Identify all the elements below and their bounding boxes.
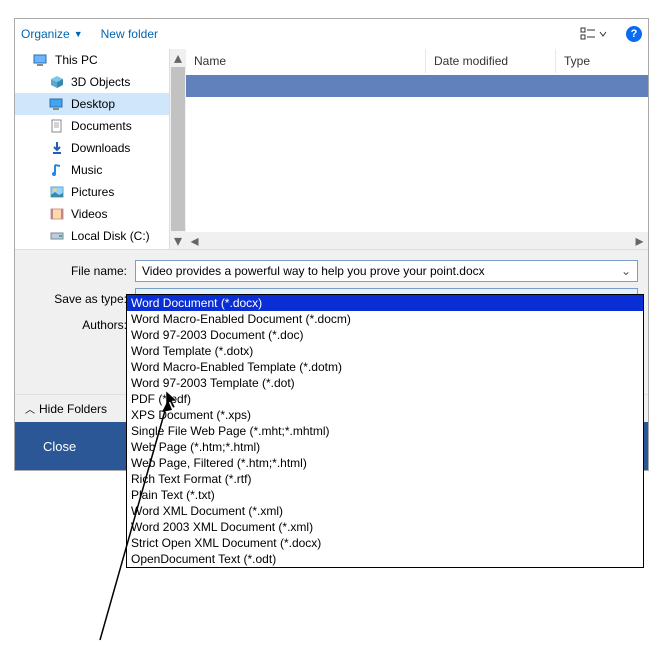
dropdown-item[interactable]: Strict Open XML Document (*.docx) — [127, 535, 643, 551]
dropdown-item[interactable]: Word Macro-Enabled Template (*.dotm) — [127, 359, 643, 375]
nav-label: Music — [71, 163, 102, 177]
dropdown-item[interactable]: Word XML Document (*.xml) — [127, 503, 643, 519]
dropdown-item[interactable]: Plain Text (*.txt) — [127, 487, 643, 503]
file-list-area: Name Date modified Type ◂ ▸ — [186, 49, 648, 249]
scroll-down-icon[interactable]: ▾ — [170, 232, 186, 249]
dropdown-item[interactable]: Rich Text Format (*.rtf) — [127, 471, 643, 487]
nav-music[interactable]: Music — [15, 159, 169, 181]
col-date[interactable]: Date modified — [426, 49, 556, 73]
col-name[interactable]: Name — [186, 49, 426, 73]
col-type-label: Type — [564, 54, 590, 68]
nav-desktop[interactable]: Desktop — [15, 93, 169, 115]
hide-folders-button[interactable]: ︿ Hide Folders — [25, 401, 107, 416]
view-options-button[interactable] — [576, 24, 614, 44]
nav-local-disk[interactable]: Local Disk (C:) — [15, 225, 169, 247]
nav-label: Pictures — [71, 185, 114, 199]
close-button[interactable]: Close — [15, 439, 104, 454]
help-icon[interactable]: ? — [626, 26, 642, 42]
saveas-label: Save as type: — [25, 292, 135, 306]
nav-label: Desktop — [71, 97, 115, 111]
chevron-up-icon: ︿ — [25, 401, 35, 416]
scroll-up-icon[interactable]: ▴ — [170, 49, 186, 66]
caret-down-icon: ▼ — [74, 29, 83, 39]
organize-menu[interactable]: Organize ▼ — [21, 27, 83, 41]
dropdown-item[interactable]: XPS Document (*.xps) — [127, 407, 643, 423]
dropdown-item[interactable]: Word Document (*.docx) — [127, 295, 643, 311]
nav-label: Local Disk (C:) — [71, 229, 150, 243]
desktop-icon — [49, 97, 65, 111]
dropdown-item[interactable]: Word 2003 XML Document (*.xml) — [127, 519, 643, 535]
column-headers: Name Date modified Type — [186, 49, 648, 73]
selected-file-row[interactable] — [186, 75, 648, 97]
dropdown-item[interactable]: Word 97-2003 Template (*.dot) — [127, 375, 643, 391]
dropdown-item[interactable]: PDF (*.pdf) — [127, 391, 643, 407]
file-hscroll[interactable]: ◂ ▸ — [186, 232, 648, 249]
nav-label: Documents — [71, 119, 132, 133]
file-browser: This PC 3D Objects Desktop Documents — [15, 49, 648, 249]
view-icon — [580, 27, 610, 41]
dropdown-item[interactable]: Word Template (*.dotx) — [127, 343, 643, 359]
authors-label: Authors: — [25, 316, 135, 332]
disk-icon — [49, 229, 65, 243]
filename-label: File name: — [25, 264, 135, 278]
music-icon — [49, 163, 65, 177]
dropdown-item[interactable]: Word Macro-Enabled Document (*.docm) — [127, 311, 643, 327]
filename-input[interactable]: Video provides a powerful way to help yo… — [135, 260, 638, 282]
download-icon — [49, 141, 65, 155]
monitor-icon — [33, 53, 49, 67]
close-label: Close — [43, 439, 76, 454]
filename-value: Video provides a powerful way to help yo… — [142, 264, 485, 278]
cube-icon — [49, 75, 65, 89]
scroll-thumb[interactable] — [171, 67, 185, 231]
file-list-blank — [186, 97, 648, 232]
nav-pane: This PC 3D Objects Desktop Documents — [15, 49, 169, 249]
scroll-right-icon[interactable]: ▸ — [631, 231, 648, 251]
new-folder-button[interactable]: New folder — [101, 27, 158, 41]
dropdown-item[interactable]: Web Page (*.htm;*.html) — [127, 439, 643, 455]
saveas-type-dropdown[interactable]: Word Document (*.docx)Word Macro-Enabled… — [126, 294, 644, 568]
nav-scrollbar[interactable]: ▴ ▾ — [169, 49, 186, 249]
col-name-label: Name — [194, 54, 226, 68]
chevron-down-icon[interactable]: ⌄ — [621, 264, 631, 278]
documents-icon — [49, 119, 65, 133]
hide-folders-label: Hide Folders — [39, 402, 107, 416]
pictures-icon — [49, 185, 65, 199]
scroll-left-icon[interactable]: ◂ — [186, 231, 203, 251]
dropdown-item[interactable]: Web Page, Filtered (*.htm;*.html) — [127, 455, 643, 471]
dialog-toolbar: Organize ▼ New folder ? — [15, 19, 648, 49]
nav-label: Videos — [71, 207, 107, 221]
dropdown-item[interactable]: OpenDocument Text (*.odt) — [127, 551, 643, 567]
col-date-label: Date modified — [434, 54, 508, 68]
nav-this-pc[interactable]: This PC — [15, 49, 169, 71]
nav-label: Downloads — [71, 141, 130, 155]
nav-documents[interactable]: Documents — [15, 115, 169, 137]
dropdown-item[interactable]: Word 97-2003 Document (*.doc) — [127, 327, 643, 343]
nav-videos[interactable]: Videos — [15, 203, 169, 225]
nav-downloads[interactable]: Downloads — [15, 137, 169, 159]
nav-3d-objects[interactable]: 3D Objects — [15, 71, 169, 93]
new-folder-label: New folder — [101, 27, 158, 41]
nav-label: 3D Objects — [71, 75, 130, 89]
nav-pictures[interactable]: Pictures — [15, 181, 169, 203]
organize-label: Organize — [21, 27, 70, 41]
col-type[interactable]: Type — [556, 49, 648, 73]
dropdown-item[interactable]: Single File Web Page (*.mht;*.mhtml) — [127, 423, 643, 439]
nav-label: This PC — [55, 53, 98, 67]
videos-icon — [49, 207, 65, 221]
